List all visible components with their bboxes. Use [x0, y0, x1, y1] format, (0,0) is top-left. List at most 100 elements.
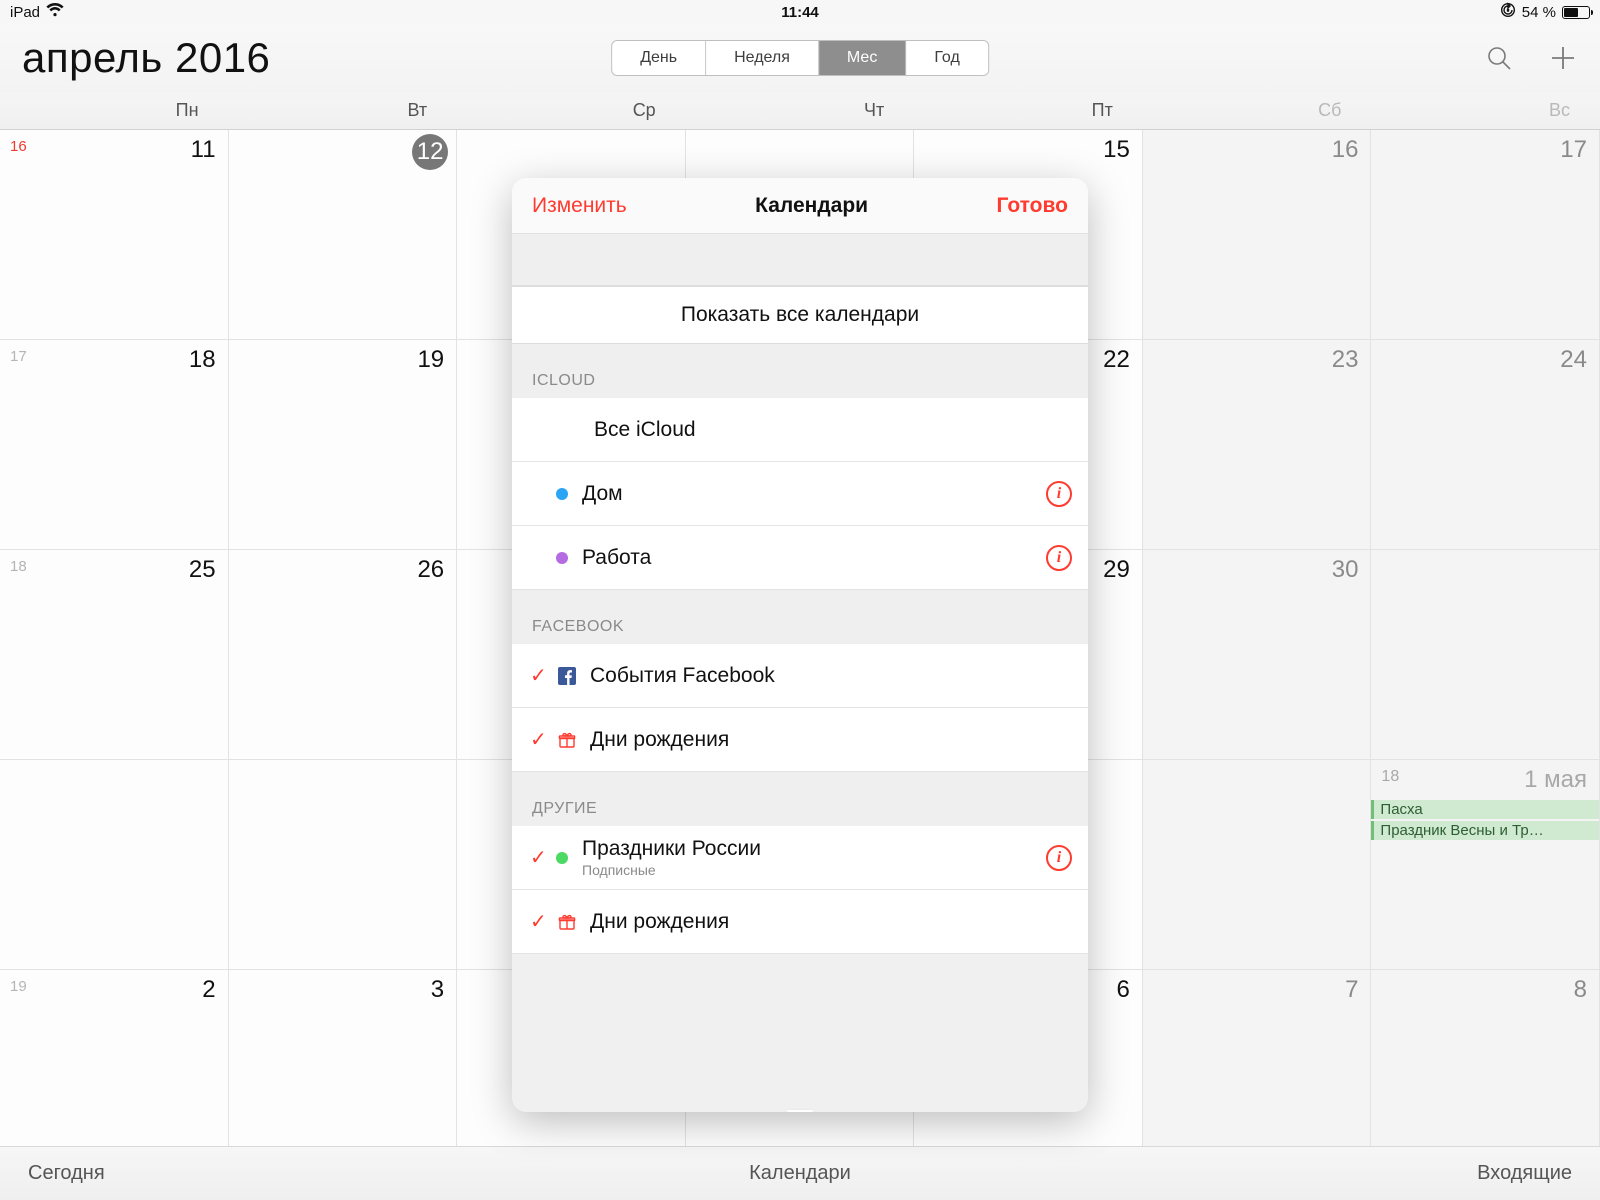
- day-number: 26: [417, 556, 444, 584]
- day-number: 2: [202, 976, 215, 1004]
- calendar-cell[interactable]: 19: [229, 340, 458, 550]
- section-header: FACEBOOK: [512, 590, 1088, 644]
- calendar-label: Дом: [582, 482, 623, 506]
- day-number: 22: [1103, 346, 1130, 374]
- calendar-cell[interactable]: 18 1 мая Пасха Праздник Весны и Тр…: [1371, 760, 1600, 970]
- calendar-label: Работа: [582, 546, 651, 570]
- show-all-calendars[interactable]: Показать все календари: [512, 286, 1088, 344]
- calendar-cell[interactable]: 1718: [0, 340, 229, 550]
- event[interactable]: Праздник Весны и Тр…: [1371, 821, 1599, 840]
- calendar-label: События Facebook: [590, 664, 775, 688]
- search-icon[interactable]: [1484, 43, 1514, 73]
- week-number: 16: [10, 138, 27, 155]
- seg-month[interactable]: Мес: [819, 41, 906, 75]
- checkmark-icon: ✓: [530, 663, 556, 688]
- seg-day[interactable]: День: [612, 41, 706, 75]
- day-number: 24: [1560, 346, 1587, 374]
- gift-icon: [556, 731, 578, 749]
- calendars-popover: Изменить Календари Готово Показать все к…: [512, 178, 1088, 1112]
- calendar-cell[interactable]: 30: [1143, 550, 1372, 760]
- calendar-cell[interactable]: [1143, 760, 1372, 970]
- weekday-sat: Сб: [1143, 92, 1372, 129]
- popover-spacer: [512, 234, 1088, 286]
- calendar-label: Праздники РоссииПодписные: [582, 837, 761, 878]
- calendar-label: Все iCloud: [594, 418, 696, 442]
- calendar-cell[interactable]: [229, 760, 458, 970]
- battery-icon: [1562, 6, 1590, 19]
- top-nav: апрель 2016 День Неделя Мес Год: [0, 24, 1600, 92]
- day-number: 16: [1332, 136, 1359, 164]
- seg-year[interactable]: Год: [906, 41, 987, 75]
- weekday-sun: Вс: [1371, 92, 1600, 129]
- status-time: 11:44: [781, 4, 819, 21]
- calendar-cell[interactable]: [1371, 550, 1600, 760]
- add-icon[interactable]: [1548, 43, 1578, 73]
- battery-text: 54 %: [1522, 4, 1556, 21]
- day-number: 7: [1345, 976, 1358, 1004]
- color-dot-icon: [556, 488, 568, 500]
- day-number: 11: [191, 136, 216, 164]
- edit-button[interactable]: Изменить: [532, 194, 627, 218]
- calendar-row[interactable]: Все iCloud: [512, 398, 1088, 462]
- calendar-row[interactable]: ✓Дни рождения: [512, 890, 1088, 954]
- inbox-button[interactable]: Входящие: [1477, 1162, 1572, 1185]
- gift-icon: [556, 913, 578, 931]
- calendar-row[interactable]: Дом i: [512, 462, 1088, 526]
- rotation-lock-icon: [1500, 2, 1516, 22]
- info-icon[interactable]: i: [1046, 845, 1072, 871]
- popover-title: Календари: [755, 194, 868, 218]
- day-number: 25: [189, 556, 216, 584]
- section-header: ICLOUD: [512, 344, 1088, 398]
- calendar-cell[interactable]: 16: [1143, 130, 1372, 340]
- done-button[interactable]: Готово: [997, 194, 1068, 218]
- day-number: 12: [412, 134, 448, 170]
- facebook-icon: [556, 667, 578, 685]
- calendar-label: Дни рождения: [590, 728, 729, 752]
- week-number: 18: [1381, 768, 1399, 786]
- calendar-row[interactable]: ✓ События Facebook: [512, 644, 1088, 708]
- day-number: 18: [189, 346, 216, 374]
- calendar-cell[interactable]: 1825: [0, 550, 229, 760]
- bottom-toolbar: Сегодня Календари Входящие: [0, 1146, 1600, 1200]
- weekday-wed: Ср: [457, 92, 686, 129]
- seg-week[interactable]: Неделя: [706, 41, 819, 75]
- weekday-thu: Чт: [686, 92, 915, 129]
- view-segmented-control: День Неделя Мес Год: [611, 40, 989, 76]
- day-number: 30: [1332, 556, 1359, 584]
- day-number: 6: [1116, 976, 1129, 1004]
- calendar-row[interactable]: Работа i: [512, 526, 1088, 590]
- info-icon[interactable]: i: [1046, 481, 1072, 507]
- weekday-mon: Пн: [0, 92, 229, 129]
- calendar-row[interactable]: ✓ Праздники РоссииПодписные i: [512, 826, 1088, 890]
- calendar-cell[interactable]: 12: [229, 130, 458, 340]
- popover-scroll[interactable]: Показать все календари ICLOUD Все iCloud Д…: [512, 234, 1088, 1112]
- calendar-cell[interactable]: [0, 760, 229, 970]
- info-icon[interactable]: i: [1046, 545, 1072, 571]
- calendar-cell[interactable]: 24: [1371, 340, 1600, 550]
- calendar-cell[interactable]: 17: [1371, 130, 1600, 340]
- day-number: 15: [1103, 136, 1130, 164]
- color-dot-icon: [556, 852, 568, 864]
- checkmark-icon: ✓: [530, 845, 556, 870]
- month-overflow-label: 1 мая: [1524, 766, 1587, 794]
- status-bar: iPad 11:44 54 %: [0, 0, 1600, 24]
- calendar-cell[interactable]: 1611: [0, 130, 229, 340]
- week-number: 17: [10, 348, 27, 365]
- week-number: 18: [10, 558, 27, 575]
- event[interactable]: Пасха: [1371, 800, 1599, 819]
- calendars-button[interactable]: Календари: [749, 1162, 851, 1185]
- color-dot-icon: [556, 552, 568, 564]
- calendar-cell[interactable]: 26: [229, 550, 458, 760]
- checkmark-icon: ✓: [530, 909, 556, 934]
- calendar-sublabel: Подписные: [582, 862, 761, 878]
- weekday-tue: Вт: [229, 92, 458, 129]
- day-number: 8: [1574, 976, 1587, 1004]
- month-title: апрель 2016: [22, 34, 270, 82]
- calendar-row[interactable]: ✓Дни рождения: [512, 708, 1088, 772]
- device-label: iPad: [10, 4, 40, 21]
- weekday-header: Пн Вт Ср Чт Пт Сб Вс: [0, 92, 1600, 130]
- week-number: 19: [10, 978, 27, 995]
- today-button[interactable]: Сегодня: [28, 1162, 105, 1185]
- popover-header: Изменить Календари Готово: [512, 178, 1088, 234]
- calendar-cell[interactable]: 23: [1143, 340, 1372, 550]
